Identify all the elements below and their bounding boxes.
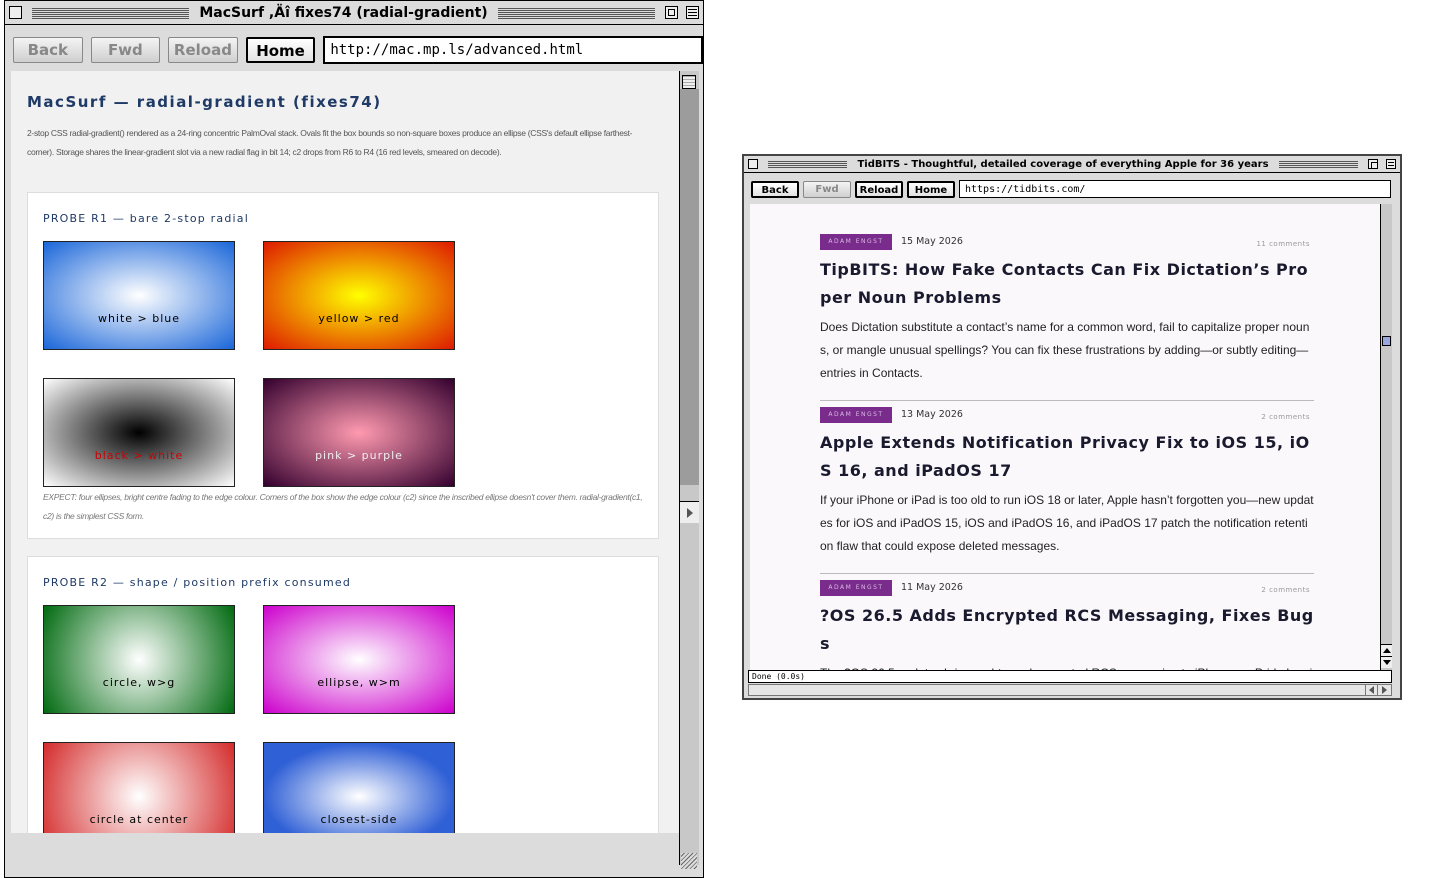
title-bar[interactable]: TidBITS - Thoughtful, detailed coverage … [744, 156, 1400, 173]
probe-r1-panel: PROBE R1 — bare 2-stop radial white > bl… [27, 192, 659, 539]
scroll-thumb[interactable] [682, 75, 696, 89]
close-box-icon[interactable] [9, 6, 22, 19]
article-summary: If your iPhone or iPad is too old to run… [820, 493, 1314, 553]
close-box-icon[interactable] [748, 159, 758, 169]
swatch-white-blue: white > blue [43, 241, 235, 350]
probe-r2-panel: PROBE R2 — shape / position prefix consu… [27, 556, 659, 833]
horizontal-scrollbar[interactable] [748, 684, 1392, 696]
probe-r1-expect: EXPECT: four ellipses, bright centre fad… [43, 492, 643, 521]
status-bar: Done (0.0s) [748, 670, 1392, 683]
article-date: 11 May 2026 [901, 582, 963, 593]
article-title[interactable]: Apple Extends Notification Privacy Fix t… [820, 429, 1314, 485]
url-field[interactable]: http://mac.mp.ls/advanced.html [323, 36, 703, 64]
article-title[interactable]: ?OS 26.5 Adds Encrypted RCS Messaging, F… [820, 602, 1314, 658]
swatch-pink-purple: pink > purple [263, 378, 455, 487]
window-title: MacSurf ,Äî fixes74 (radial-gradient) [195, 4, 492, 21]
browser-window-tidbits: TidBITS - Thoughtful, detailed coverage … [742, 154, 1402, 700]
comments-link[interactable]: 2 comments [1261, 413, 1310, 421]
title-bar[interactable]: MacSurf ,Äî fixes74 (radial-gradient) [5, 1, 703, 25]
swatch-label: black > white [94, 449, 184, 462]
swatch-circle-at-center: circle at center [43, 742, 235, 833]
zoom-box-icon[interactable] [1368, 159, 1378, 169]
resize-grip-icon[interactable] [681, 853, 697, 869]
article-summary: The ?OS 26.5 updates bring end-to-end en… [820, 662, 1314, 670]
scroll-down-arrow-icon[interactable] [1381, 656, 1392, 668]
page-description: 2-stop CSS radial-gradient() rendered as… [27, 128, 633, 157]
page-content[interactable]: ADAM ENGST 15 May 2026 11 comments TipBI… [750, 204, 1380, 670]
swatch-label: pink > purple [315, 449, 403, 462]
back-button[interactable]: Back [13, 37, 83, 63]
scroll-arrow-right-icon[interactable] [680, 501, 699, 523]
vertical-scrollbar[interactable] [679, 71, 699, 865]
article-title[interactable]: TipBITS: How Fake Contacts Can Fix Dicta… [820, 256, 1314, 312]
zoom-box-icon[interactable] [665, 6, 679, 19]
swatch-closest-side: closest-side [263, 742, 455, 833]
nav-toolbar: Back Fwd Reload Home https://tidbits.com… [744, 179, 1400, 199]
probe-r2-heading: PROBE R2 — shape / position prefix consu… [43, 576, 352, 589]
window-title: TidBITS - Thoughtful, detailed coverage … [853, 158, 1273, 170]
page-title: MacSurf — radial-gradient (fixes74) [27, 93, 382, 111]
reload-button[interactable]: Reload [855, 180, 903, 198]
comments-link[interactable]: 2 comments [1261, 586, 1310, 594]
probe-r1-heading: PROBE R1 — bare 2-stop radial [43, 212, 249, 225]
author-badge[interactable]: ADAM ENGST [820, 407, 892, 423]
page-content[interactable]: MacSurf — radial-gradient (fixes74) 2-st… [11, 71, 679, 833]
swatch-label: ellipse, w>m [317, 676, 401, 689]
forward-button[interactable]: Fwd [90, 37, 161, 63]
reload-button[interactable]: Reload [168, 37, 238, 63]
article-date: 15 May 2026 [901, 236, 963, 247]
comments-link[interactable]: 11 comments [1256, 240, 1310, 248]
swatch-label: white > blue [97, 312, 181, 325]
scroll-track-fill [680, 89, 699, 485]
article-date: 13 May 2026 [901, 409, 963, 420]
forward-button[interactable]: Fwd [803, 180, 851, 198]
vertical-scrollbar[interactable] [1380, 204, 1392, 670]
author-badge[interactable]: ADAM ENGST [820, 234, 892, 250]
swatch-black-white: black > white [43, 378, 235, 487]
divider [820, 573, 1314, 574]
swatch-ellipse-wm: ellipse, w>m [263, 605, 455, 714]
back-button[interactable]: Back [751, 180, 799, 198]
author-badge[interactable]: ADAM ENGST [820, 580, 892, 596]
collapse-box-icon[interactable] [686, 6, 700, 19]
collapse-box-icon[interactable] [1386, 159, 1396, 169]
swatch-label: circle at center [89, 813, 189, 826]
swatch-circle-wg: circle, w>g [43, 605, 235, 714]
scroll-right-arrow-icon[interactable] [1377, 685, 1389, 695]
nav-toolbar: Back Fwd Reload Home http://mac.mp.ls/ad… [5, 35, 703, 65]
browser-window-main: MacSurf ,Äî fixes74 (radial-gradient) Ba… [4, 0, 704, 878]
scroll-up-arrow-icon[interactable] [1381, 644, 1392, 656]
swatch-label: yellow > red [318, 312, 400, 325]
divider [820, 400, 1314, 401]
swatch-label: circle, w>g [102, 676, 176, 689]
scroll-left-arrow-icon[interactable] [1365, 685, 1377, 695]
home-button[interactable]: Home [907, 180, 955, 198]
swatch-label: closest-side [320, 813, 398, 826]
swatch-yellow-red: yellow > red [263, 241, 455, 350]
article-summary: Does Dictation substitute a contact’s na… [820, 320, 1310, 380]
url-field[interactable]: https://tidbits.com/ [959, 180, 1391, 198]
home-button[interactable]: Home [245, 37, 316, 63]
scroll-thumb[interactable] [1382, 336, 1391, 346]
